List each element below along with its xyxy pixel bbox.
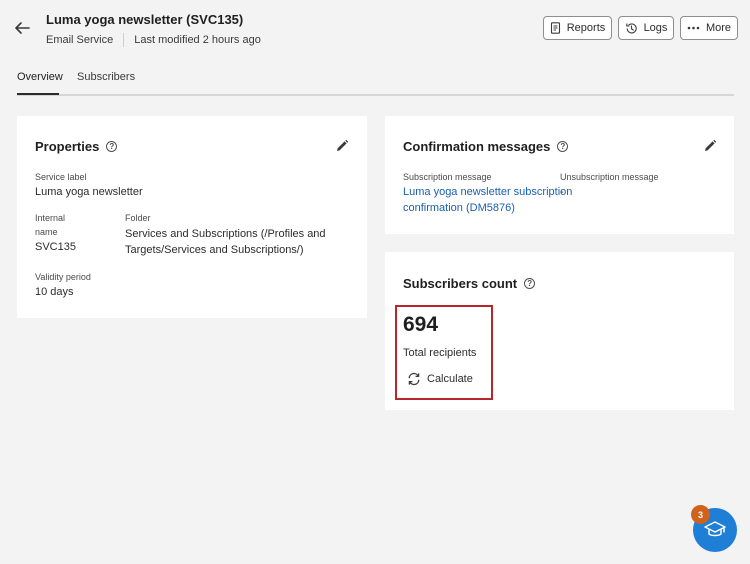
calculate-label: Calculate (427, 373, 473, 385)
confirmation-title: Confirmation messages (403, 139, 551, 154)
more-button[interactable]: More (680, 16, 738, 40)
page-header: Luma yoga newsletter (SVC135) Email Serv… (0, 0, 750, 60)
total-recipients-count: 694 (403, 313, 439, 336)
graduation-cap-icon (704, 521, 726, 537)
refresh-icon (408, 372, 420, 386)
properties-title: Properties (35, 139, 100, 154)
subscription-message-link-line-1[interactable]: Luma yoga newsletter subscription (403, 184, 572, 200)
service-type: Email Service (46, 34, 114, 46)
back-arrow-icon[interactable] (12, 18, 32, 38)
internal-name-value: SVC135 (35, 241, 76, 253)
subscription-message-link-line-2[interactable]: confirmation (DM5876) (403, 200, 515, 216)
logs-button[interactable]: Logs (618, 16, 674, 40)
page-meta: Email Service Last modified 2 hours ago (46, 33, 261, 47)
edit-pencil-icon[interactable] (335, 139, 349, 153)
tab-subscribers[interactable]: Subscribers (77, 71, 135, 83)
reports-button[interactable]: Reports (543, 16, 612, 40)
more-dots-icon (687, 26, 700, 30)
subscribers-count-heading: Subscribers count ? (403, 276, 536, 291)
reports-label: Reports (566, 22, 606, 34)
folder-label: Folder (125, 213, 151, 223)
subscription-message-label: Subscription message (403, 172, 492, 182)
folder-value-line-1: Services and Subscriptions (/Profiles an… (125, 228, 326, 240)
page-title: Luma yoga newsletter (SVC135) (46, 12, 244, 27)
total-recipients-label: Total recipients (403, 347, 477, 359)
folder-value-line-2: Targets/Services and Subscriptions/) (125, 244, 304, 256)
calculate-button[interactable]: Calculate (407, 372, 473, 386)
validity-period-value: 10 days (35, 286, 74, 298)
internal-name-label-1: Internal (35, 213, 66, 223)
properties-heading: Properties ? (35, 139, 118, 154)
more-label: More (705, 22, 732, 34)
unsubscription-message-value: - (560, 186, 564, 198)
edit-pencil-icon[interactable] (703, 139, 717, 153)
confirmation-heading: Confirmation messages ? (403, 139, 569, 154)
report-icon (550, 22, 560, 34)
internal-name-label-2: name (35, 227, 58, 237)
validity-period-label: Validity period (35, 272, 91, 282)
meta-divider (123, 33, 125, 47)
service-label-label: Service label (35, 172, 87, 182)
subscribers-count-title: Subscribers count (403, 276, 518, 291)
last-modified: Last modified 2 hours ago (134, 34, 261, 46)
notification-badge: 3 (691, 505, 710, 524)
help-icon[interactable]: ? (106, 141, 118, 152)
tab-bar: Overview Subscribers (17, 70, 734, 96)
logs-label: Logs (643, 22, 668, 34)
tab-overview[interactable]: Overview (17, 71, 63, 83)
unsubscription-message-label: Unsubscription message (560, 172, 659, 182)
active-tab-indicator (17, 93, 59, 95)
help-icon[interactable]: ? (524, 278, 536, 289)
service-label-value: Luma yoga newsletter (35, 186, 143, 198)
help-icon[interactable]: ? (557, 141, 569, 152)
history-icon (625, 22, 637, 34)
